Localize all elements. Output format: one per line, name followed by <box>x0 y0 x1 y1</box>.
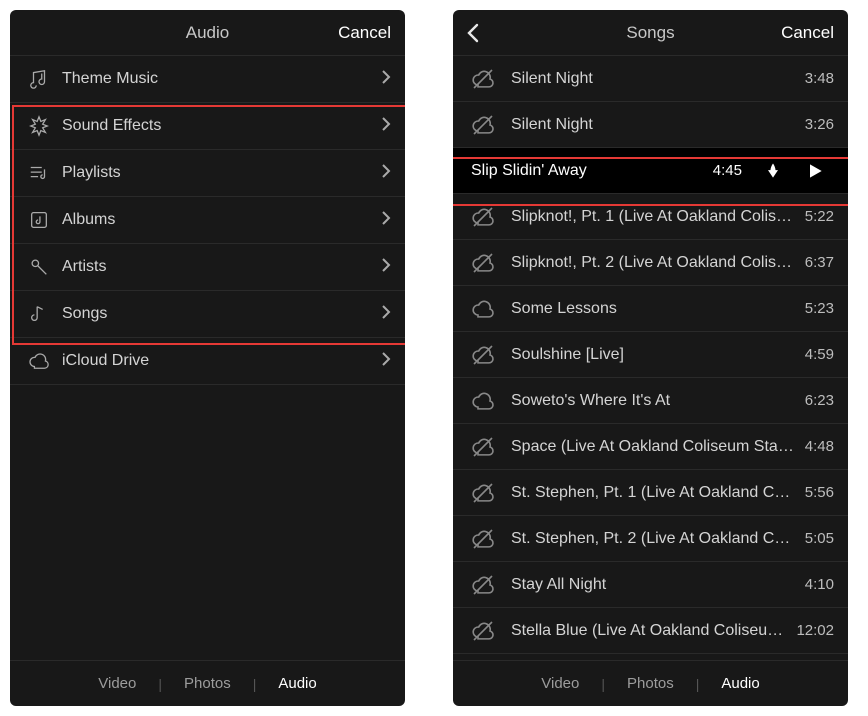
list-item-label: Artists <box>62 258 381 276</box>
tab-photos[interactable]: Photos <box>605 675 696 692</box>
list-item-label: Sound Effects <box>62 117 381 135</box>
song-title: Slipknot!, Pt. 1 (Live At Oakland Colise… <box>511 208 797 226</box>
list-item-theme-music[interactable]: Theme Music <box>10 56 405 103</box>
song-row[interactable]: Slipknot!, Pt. 2 (Live At Oakland Colise… <box>453 240 848 286</box>
cloud-off-icon <box>471 251 511 275</box>
song-duration: 4:59 <box>805 346 834 363</box>
tab-audio[interactable]: Audio <box>699 675 781 692</box>
song-title: Stella Blue (Live At Oakland Coliseum St… <box>511 622 788 640</box>
burst-icon <box>28 115 62 137</box>
tab-video[interactable]: Video <box>76 675 158 692</box>
list-item-sound-effects[interactable]: Sound Effects <box>10 103 405 150</box>
chevron-right-icon <box>381 351 391 372</box>
header: Songs Cancel <box>453 10 848 56</box>
song-row[interactable]: Slipknot!, Pt. 1 (Live At Oakland Colise… <box>453 194 848 240</box>
music-note-icon <box>28 68 62 90</box>
song-row[interactable]: Space (Live At Oakland Coliseum Stadium)… <box>453 424 848 470</box>
song-row[interactable]: Stella Blue (Live At Oakland Coliseum St… <box>453 608 848 654</box>
cloud-off-icon <box>471 573 511 597</box>
audio-panel: Audio Cancel Theme Music Sound Effects P… <box>10 10 405 706</box>
download-button[interactable] <box>754 155 792 187</box>
song-title: St. Stephen, Pt. 1 (Live At Oakland Coli… <box>511 484 797 502</box>
list-item-label: Songs <box>62 305 381 323</box>
song-title: Some Lessons <box>511 300 797 318</box>
cloud-off-icon <box>471 527 511 551</box>
chevron-right-icon <box>381 163 391 184</box>
song-row[interactable]: St. Stephen, Pt. 2 (Live At Oakland Coli… <box>453 516 848 562</box>
list-item-albums[interactable]: Albums <box>10 197 405 244</box>
song-duration: 6:23 <box>805 392 834 409</box>
cloud-icon <box>471 389 511 413</box>
song-title: St. Stephen, Pt. 2 (Live At Oakland Coli… <box>511 530 797 548</box>
cloud-off-icon <box>471 67 511 91</box>
song-duration: 3:48 <box>805 70 834 87</box>
song-title: Slipknot!, Pt. 2 (Live At Oakland Colise… <box>511 254 797 272</box>
header: Audio Cancel <box>10 10 405 56</box>
category-list: Theme Music Sound Effects Playlists Albu… <box>10 56 405 660</box>
list-item-icloud[interactable]: iCloud Drive <box>10 338 405 385</box>
list-item-playlists[interactable]: Playlists <box>10 150 405 197</box>
list-item-label: Albums <box>62 211 381 229</box>
chevron-right-icon <box>381 210 391 231</box>
list-item-artists[interactable]: Artists <box>10 244 405 291</box>
song-row[interactable]: Silent Night 3:48 <box>453 56 848 102</box>
song-title: Silent Night <box>511 70 797 88</box>
song-row[interactable]: Soweto's Where It's At 6:23 <box>453 378 848 424</box>
song-duration: 5:22 <box>805 208 834 225</box>
song-title: Soweto's Where It's At <box>511 392 797 410</box>
cancel-button[interactable]: Cancel <box>338 23 391 43</box>
cloud-off-icon <box>471 481 511 505</box>
cloud-icon <box>28 350 62 372</box>
tab-photos[interactable]: Photos <box>162 675 253 692</box>
cloud-off-icon <box>471 205 511 229</box>
album-icon <box>28 209 62 231</box>
chevron-right-icon <box>381 69 391 90</box>
song-duration: 12:02 <box>796 622 834 639</box>
chevron-right-icon <box>381 304 391 325</box>
cloud-off-icon <box>471 113 511 137</box>
list-item-label: Playlists <box>62 164 381 182</box>
song-duration: 4:10 <box>805 576 834 593</box>
song-title: Slip Slidin' Away <box>471 162 705 180</box>
mic-icon <box>28 256 62 278</box>
song-row[interactable]: St. Stephen, Pt. 1 (Live At Oakland Coli… <box>453 470 848 516</box>
songs-list: Silent Night 3:48 Silent Night 3:26 Slip Sli… <box>453 56 848 660</box>
note-icon <box>28 303 62 325</box>
song-title: Stay All Night <box>511 576 797 594</box>
list-item-label: Theme Music <box>62 70 381 88</box>
list-item-songs[interactable]: Songs <box>10 291 405 338</box>
chevron-right-icon <box>381 257 391 278</box>
song-row[interactable]: Stay All Night 4:10 <box>453 562 848 608</box>
song-title: Soulshine [Live] <box>511 346 797 364</box>
back-button[interactable] <box>467 23 479 43</box>
cancel-button[interactable]: Cancel <box>781 23 834 43</box>
song-row[interactable]: Silent Night 3:26 <box>453 102 848 148</box>
song-duration: 6:37 <box>805 254 834 271</box>
song-duration: 5:23 <box>805 300 834 317</box>
song-duration: 4:45 <box>713 162 742 179</box>
cloud-off-icon <box>471 619 511 643</box>
list-item-label: iCloud Drive <box>62 352 381 370</box>
song-title: Space (Live At Oakland Coliseum Stadium) <box>511 438 797 456</box>
songs-panel: Songs Cancel Silent Night3:48Silent Nigh… <box>453 10 848 706</box>
song-duration: 5:56 <box>805 484 834 501</box>
cloud-off-icon <box>471 343 511 367</box>
playlist-icon <box>28 162 62 184</box>
song-row[interactable]: Soulshine [Live] 4:59 <box>453 332 848 378</box>
tab-audio[interactable]: Audio <box>256 675 338 692</box>
song-duration: 5:05 <box>805 530 834 547</box>
cloud-icon <box>471 297 511 321</box>
chevron-right-icon <box>381 116 391 137</box>
song-title: Silent Night <box>511 116 797 134</box>
chevron-left-icon <box>467 23 479 43</box>
cloud-off-icon <box>471 435 511 459</box>
song-duration: 3:26 <box>805 116 834 133</box>
song-row[interactable]: Some Lessons 5:23 <box>453 286 848 332</box>
tabbar: Video | Photos | Audio <box>453 660 848 706</box>
song-duration: 4:48 <box>805 438 834 455</box>
tabbar: Video | Photos | Audio <box>10 660 405 706</box>
tab-video[interactable]: Video <box>519 675 601 692</box>
song-row[interactable]: Slip Slidin' Away 4:45 <box>453 148 848 194</box>
play-button[interactable] <box>796 155 834 187</box>
